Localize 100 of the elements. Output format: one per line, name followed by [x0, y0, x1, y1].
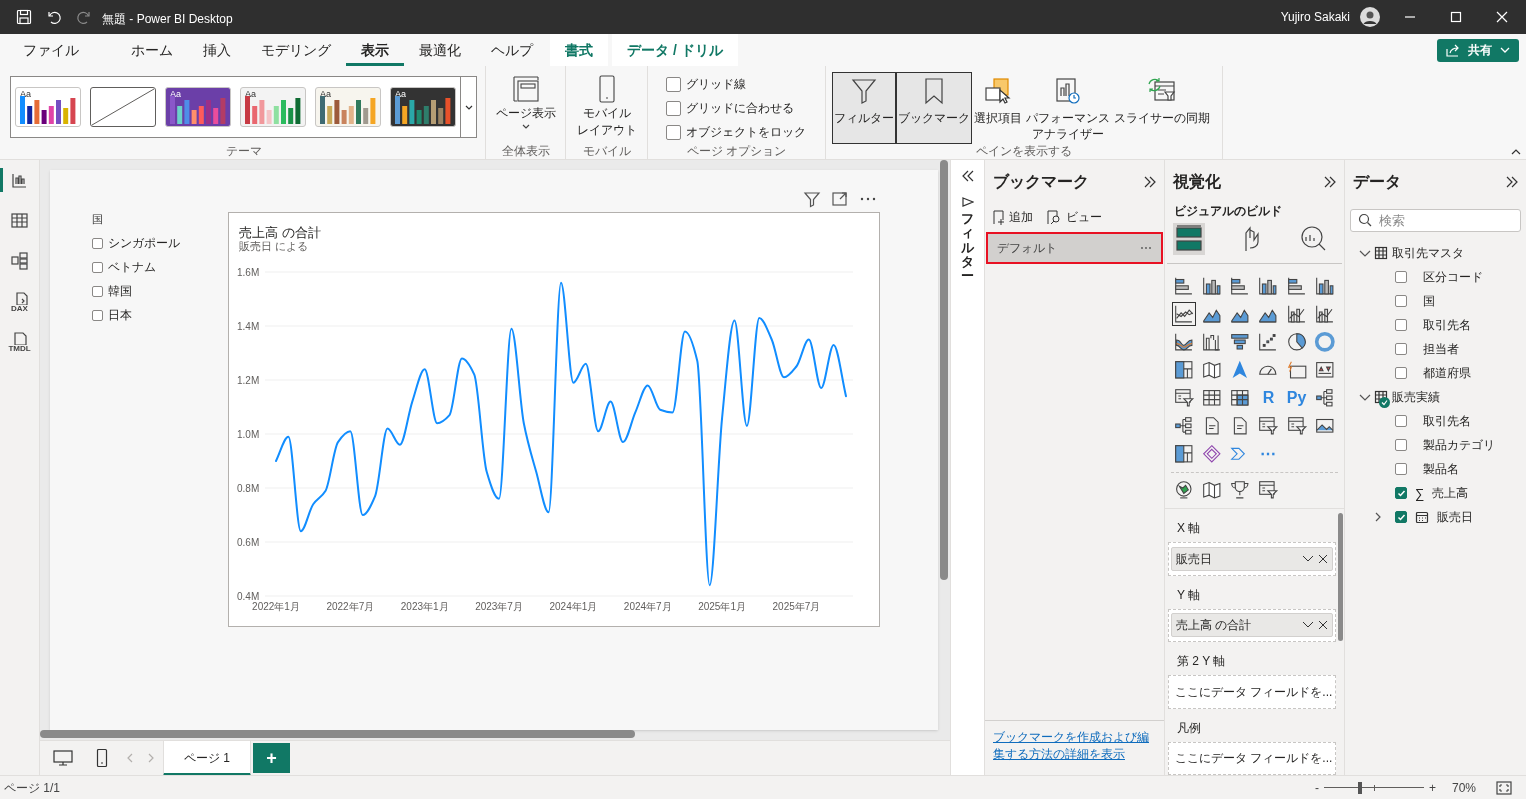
menu-tab[interactable]: 最適化 [404, 34, 476, 66]
vertical-scrollbar[interactable] [940, 160, 948, 580]
theme-thumbnail[interactable]: Aa [15, 87, 81, 127]
view-bookmark-button[interactable]: ビュー [1047, 208, 1102, 226]
pane-toggle-button[interactable]: ブックマーク [896, 72, 972, 144]
theme-thumbnail[interactable] [90, 87, 156, 127]
pane-toggle-button[interactable]: フィルター [832, 72, 896, 144]
redo-icon [76, 9, 92, 25]
well-label: 第 2 Y 軸 [1176, 653, 1227, 670]
checkbox[interactable] [1395, 415, 1407, 427]
slicer-button[interactable] [1256, 478, 1280, 502]
checkbox[interactable] [92, 261, 103, 273]
menu-tab[interactable]: データ / ドリル [612, 34, 738, 66]
zoom-in-button[interactable]: + [1426, 778, 1438, 797]
field-chip[interactable]: 売上高 の合計 [1171, 613, 1333, 638]
group-label: テーマ [225, 145, 262, 159]
remove-icon[interactable] [1318, 553, 1328, 564]
hierarchy-icon [1313, 387, 1336, 409]
search-field[interactable]: 検索 [1350, 209, 1521, 232]
theme-thumbnail[interactable]: Aa [315, 87, 381, 127]
combo-chart-icon [1313, 303, 1336, 325]
checkbox[interactable] [92, 285, 103, 297]
field-name[interactable]: 製品カテゴリ [1423, 436, 1495, 454]
add-bookmark-button[interactable]: 追加 [993, 208, 1033, 226]
treemap-button[interactable] [1172, 442, 1196, 466]
theme-thumbnail[interactable]: Aa [165, 87, 231, 127]
help-link[interactable]: ブックマークを作成および編集する方法の詳細を表示 [993, 729, 1156, 763]
slicer-button[interactable] [1256, 414, 1281, 438]
checkbox[interactable] [1395, 487, 1407, 499]
field-name[interactable]: 売上高 [1432, 484, 1469, 502]
zoom-slider[interactable] [1323, 781, 1424, 794]
collapse-pane-icon [1506, 176, 1518, 188]
checkbox[interactable] [666, 100, 681, 116]
checkbox[interactable] [1395, 319, 1407, 331]
checkbox[interactable] [1395, 463, 1407, 475]
checkbox[interactable] [1395, 439, 1407, 451]
chevron-down-icon[interactable] [1302, 553, 1314, 564]
field-chip[interactable]: 販売日 [1171, 546, 1333, 571]
filter-pane-title[interactable]: フィルター [961, 212, 974, 284]
checkbox-label: グリッドに合わせる [686, 100, 794, 116]
dax-view-button[interactable]: DAX [0, 288, 39, 312]
avatar-icon[interactable] [1360, 7, 1380, 27]
slicer-icon [1257, 415, 1280, 437]
axis-label: 1.4M [237, 321, 260, 332]
bar-chart-icon [1285, 275, 1308, 297]
model-icon [9, 250, 30, 270]
page-view-button[interactable]: ページ表示 [495, 74, 556, 129]
menu-tab[interactable]: ヘルプ [476, 34, 548, 66]
well-label: Y 軸 [1176, 586, 1202, 604]
checkbox[interactable] [1395, 271, 1407, 283]
checkbox-label: オブジェクトをロック [686, 124, 806, 140]
pane-toggle-button[interactable]: スライサーの同期 [1112, 72, 1212, 144]
field-name[interactable]: 製品名 [1423, 460, 1459, 478]
treemap-button[interactable] [1172, 358, 1196, 382]
axis-label: 1.0M [237, 429, 260, 440]
checkbox[interactable] [92, 309, 103, 321]
build-visual-tab[interactable] [1173, 223, 1205, 255]
theme-thumbnail[interactable]: Aa [390, 87, 456, 127]
checkbox[interactable] [1395, 295, 1407, 307]
add-page-button[interactable]: + [253, 743, 290, 773]
horizontal-scrollbar[interactable] [40, 730, 635, 738]
checkbox[interactable] [1395, 367, 1407, 379]
zoom-out-button[interactable]: - [1312, 778, 1321, 797]
checkbox[interactable] [666, 124, 681, 140]
trophy-button[interactable] [1228, 478, 1252, 502]
checkbox[interactable] [1395, 511, 1407, 523]
menu-tab[interactable]: ホーム [116, 34, 188, 66]
menu-tab[interactable]: 挿入 [188, 34, 246, 66]
remove-icon[interactable] [1318, 620, 1328, 631]
field-name[interactable]: 担当者 [1423, 340, 1459, 358]
undo-icon [46, 9, 62, 25]
menu-tab[interactable]: 書式 [550, 34, 608, 66]
table-name[interactable]: 取引先マスタ [1392, 244, 1464, 262]
tmdl-view-button[interactable]: TMDL [0, 328, 39, 352]
line-chart-button[interactable] [1172, 302, 1196, 326]
field-name[interactable]: 区分コード [1423, 268, 1483, 286]
field-name[interactable]: 取引先名 [1423, 316, 1471, 334]
checkbox[interactable] [92, 237, 103, 249]
slicer-button[interactable] [1172, 386, 1196, 410]
pane-toggle-button[interactable]: 選択項目 [972, 72, 1024, 144]
theme-thumbnail[interactable]: Aa [240, 87, 306, 127]
slicer-option: ベトナム [108, 260, 156, 274]
funnel-chart-icon [1229, 331, 1252, 353]
pane-title: ブックマーク [993, 172, 1089, 192]
group-label: ページ オプション [686, 145, 787, 159]
checkbox[interactable] [1395, 343, 1407, 355]
field-name[interactable]: 都道府県 [1423, 364, 1471, 382]
menu-tab[interactable]: モデリング [246, 34, 346, 66]
table-name[interactable]: 販売実績 [1392, 388, 1440, 406]
bookmark-item[interactable]: デフォルト [986, 232, 1163, 264]
pane-toggle-button[interactable]: パフォーマンス アナライザー [1024, 72, 1112, 144]
field-name[interactable]: 販売日 [1437, 508, 1473, 526]
field-name[interactable]: 国 [1423, 292, 1435, 310]
mobile-layout-button[interactable]: モバイル レイアウト [576, 74, 637, 139]
scrollbar[interactable] [1338, 513, 1343, 641]
checkbox[interactable] [666, 76, 681, 92]
share-button[interactable]: 共有 [1437, 38, 1519, 62]
page-tab[interactable]: ページ 1 [163, 740, 251, 776]
menu-tab[interactable]: ファイル [8, 34, 94, 66]
field-name[interactable]: 取引先名 [1423, 412, 1471, 430]
